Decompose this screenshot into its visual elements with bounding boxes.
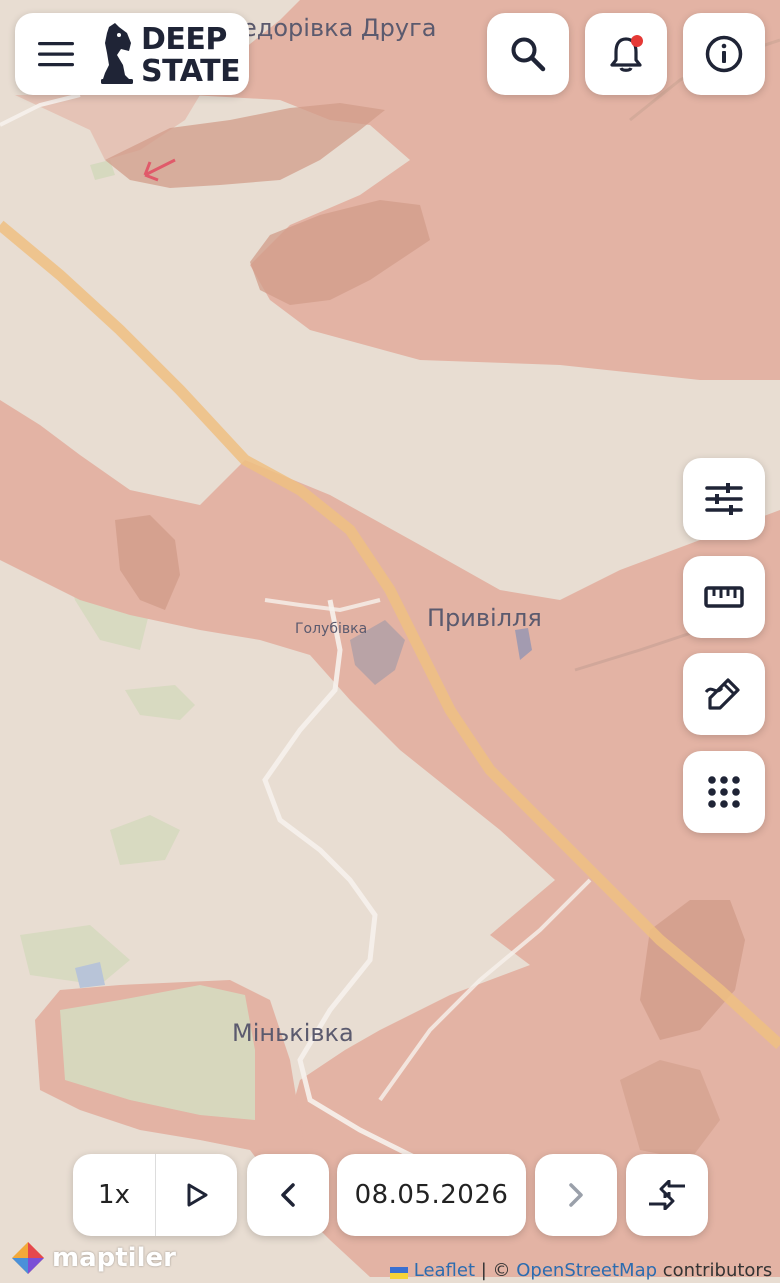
maptiler-icon bbox=[12, 1242, 44, 1274]
menu-button[interactable] bbox=[22, 20, 90, 88]
brand-line2: STATE bbox=[141, 54, 241, 89]
notifications-button[interactable] bbox=[585, 13, 667, 95]
map-canvas[interactable] bbox=[0, 0, 780, 1277]
chevron-right-icon bbox=[569, 1183, 583, 1207]
date-display[interactable]: 08.05.2026 bbox=[337, 1154, 526, 1236]
bell-icon bbox=[610, 35, 643, 72]
ruler-button[interactable] bbox=[683, 556, 765, 638]
info-icon bbox=[705, 35, 743, 73]
maptiler-text: maptiler bbox=[52, 1243, 176, 1273]
map-label-pryvillia: Привілля bbox=[427, 604, 542, 632]
search-icon bbox=[511, 37, 546, 72]
sliders-icon bbox=[705, 483, 743, 515]
play-button[interactable] bbox=[155, 1154, 237, 1236]
brand-logo[interactable]: DEEP STATE bbox=[99, 19, 241, 91]
ukraine-flag-icon bbox=[390, 1265, 408, 1279]
maptiler-logo[interactable]: maptiler bbox=[10, 1240, 176, 1276]
apps-button[interactable] bbox=[683, 751, 765, 833]
attribution: Leaflet | © OpenStreetMap contributors bbox=[390, 1262, 780, 1282]
attribution-separator: | © bbox=[475, 1260, 517, 1281]
map-label-minkivka: Міньківка bbox=[232, 1019, 354, 1047]
leaflet-link[interactable]: Leaflet bbox=[414, 1260, 475, 1281]
logo-card: DEEP STATE bbox=[15, 13, 249, 95]
compare-button[interactable] bbox=[626, 1154, 708, 1236]
compare-arrows-icon bbox=[649, 1180, 685, 1210]
current-date: 08.05.2026 bbox=[354, 1180, 509, 1210]
knight-icon bbox=[101, 23, 133, 84]
osm-link[interactable]: OpenStreetMap bbox=[516, 1260, 657, 1281]
draw-button[interactable] bbox=[683, 653, 765, 735]
ruler-icon bbox=[704, 586, 744, 608]
speed-button[interactable]: 1x bbox=[73, 1154, 155, 1236]
hamburger-icon bbox=[38, 42, 74, 67]
grid-icon bbox=[708, 776, 740, 808]
map-label-holubivka: Голубівка bbox=[295, 621, 368, 637]
search-button[interactable] bbox=[487, 13, 569, 95]
play-icon bbox=[187, 1183, 207, 1207]
info-button[interactable] bbox=[683, 13, 765, 95]
next-date-button[interactable] bbox=[535, 1154, 617, 1236]
draw-icon bbox=[704, 678, 740, 710]
brand-line1: DEEP bbox=[141, 22, 227, 57]
map-label-fedorivka: едорівка Друга bbox=[242, 14, 437, 42]
playback-control: 1x bbox=[73, 1154, 237, 1236]
chevron-left-icon bbox=[281, 1183, 295, 1207]
previous-date-button[interactable] bbox=[247, 1154, 329, 1236]
attribution-contributors: contributors bbox=[657, 1260, 773, 1281]
filters-button[interactable] bbox=[683, 458, 765, 540]
